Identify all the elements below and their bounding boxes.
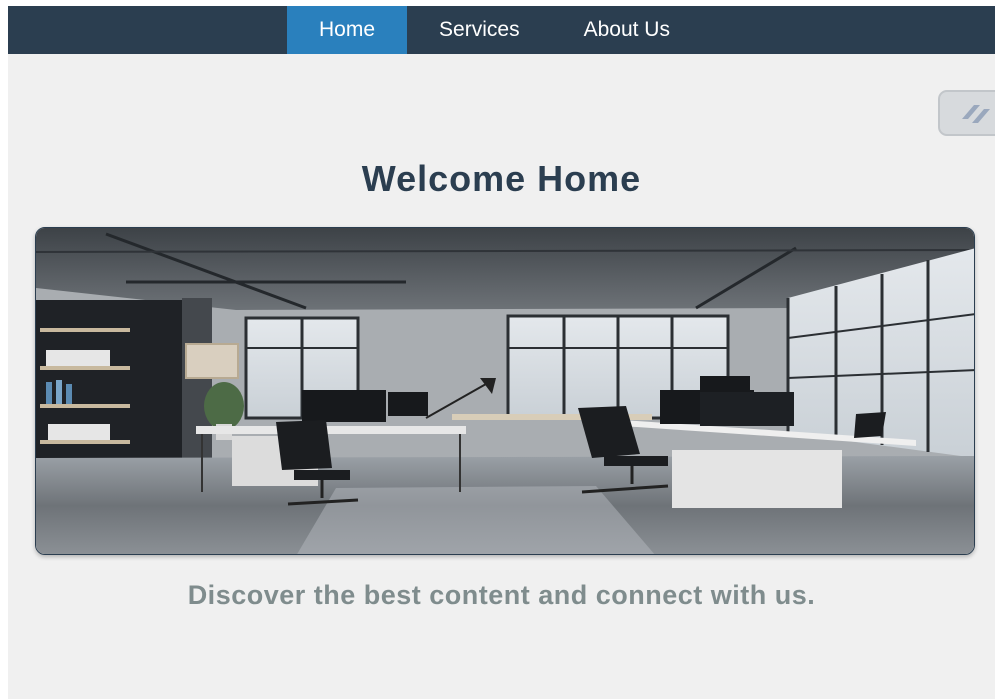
- extension-widget-button[interactable]: [938, 90, 995, 136]
- nav-services-link[interactable]: Services: [407, 6, 552, 54]
- page: Home Services About Us Welcome Home Disc…: [8, 6, 995, 699]
- office-photo: [35, 227, 975, 555]
- hero-title: Welcome Home: [361, 158, 642, 199]
- nav-about-us-link[interactable]: About Us: [552, 6, 702, 54]
- nav-menu: Home Services About Us: [287, 6, 702, 54]
- top-navbar: Home Services About Us: [8, 6, 995, 54]
- office-illustration: [36, 228, 974, 554]
- hero-tagline: Discover the best content and connect wi…: [187, 580, 816, 610]
- nav-home-link[interactable]: Home: [287, 6, 408, 54]
- extension-icon: [962, 105, 990, 123]
